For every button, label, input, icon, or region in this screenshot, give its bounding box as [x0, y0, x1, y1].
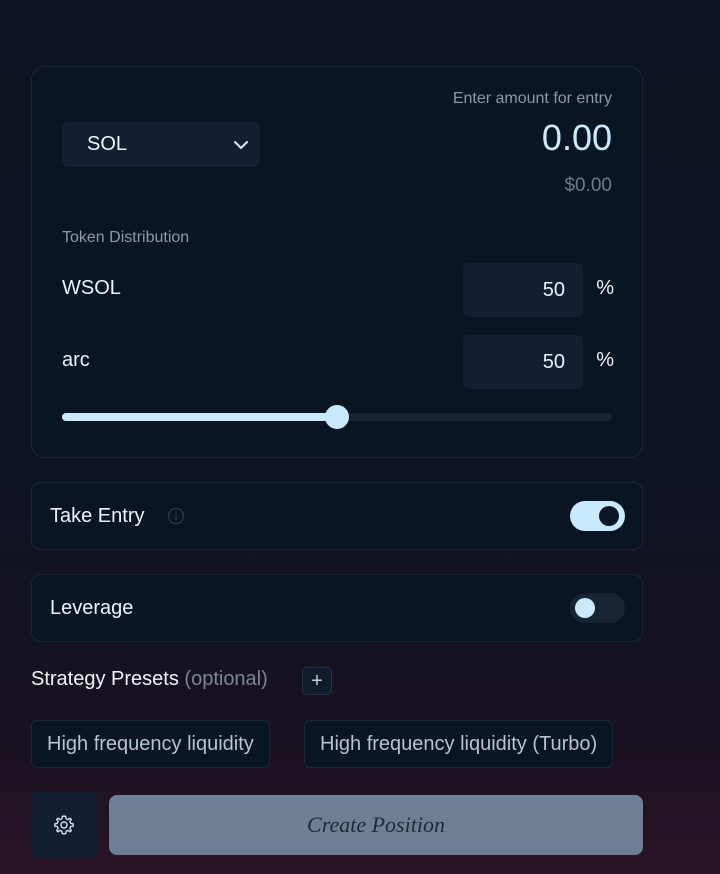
chevron-down-icon: [234, 141, 248, 149]
take-entry-toggle[interactable]: [570, 501, 625, 531]
toggle-knob: [599, 506, 619, 526]
leverage-label: Leverage: [50, 597, 134, 619]
leverage-row: Leverage: [31, 574, 643, 642]
strategy-presets-label: Strategy Presets: [31, 668, 179, 690]
distribution-row-wsol: WSOL 50 %: [62, 263, 614, 317]
arc-percent-input[interactable]: 50: [463, 335, 583, 389]
token-select-value: SOL: [87, 133, 128, 155]
entry-amount-label: Enter amount for entry: [452, 90, 612, 107]
info-icon[interactable]: [167, 507, 185, 525]
slider-thumb[interactable]: [325, 405, 349, 429]
distribution-row-arc: arc 50 %: [62, 335, 614, 389]
token-select[interactable]: SOL: [62, 122, 260, 167]
token-name: WSOL: [62, 277, 121, 299]
token-name: arc: [62, 349, 90, 371]
distribution-slider[interactable]: [62, 405, 612, 429]
preset-chip-hfl[interactable]: High frequency liquidity: [31, 720, 270, 768]
entry-card: SOL Enter amount for entry 0.00 $0.00 To…: [31, 66, 643, 458]
entry-amount-input[interactable]: 0.00: [542, 117, 612, 159]
take-entry-label: Take Entry: [50, 505, 145, 527]
optional-label: (optional): [184, 668, 268, 690]
gear-icon: [54, 815, 74, 835]
toggle-knob: [575, 598, 595, 618]
settings-button[interactable]: [31, 792, 97, 858]
percent-unit: %: [596, 349, 614, 371]
add-preset-button[interactable]: +: [302, 667, 332, 695]
percent-unit: %: [596, 277, 614, 299]
leverage-toggle[interactable]: [570, 593, 625, 623]
take-entry-row: Take Entry: [31, 482, 643, 550]
preset-chip-hfl-turbo[interactable]: High frequency liquidity (Turbo): [304, 720, 614, 768]
slider-fill: [62, 413, 337, 421]
token-distribution-label: Token Distribution: [62, 229, 190, 246]
strategy-presets-title: Strategy Presets (optional): [31, 668, 268, 691]
create-position-button[interactable]: Create Position: [109, 795, 643, 855]
entry-usd-value: $0.00: [564, 175, 612, 196]
wsol-percent-input[interactable]: 50: [463, 263, 583, 317]
